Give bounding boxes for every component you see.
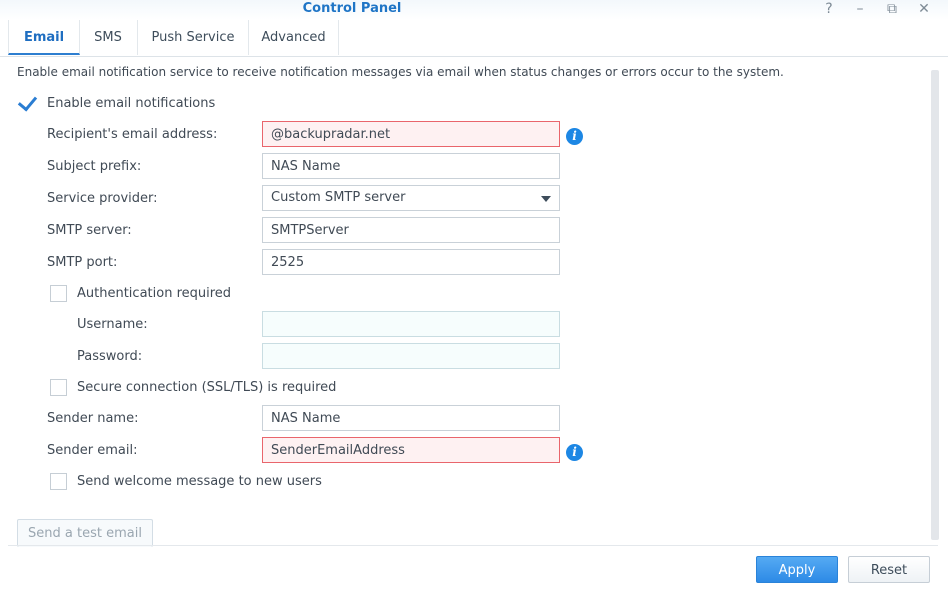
welcome-message-label: Send welcome message to new users	[77, 474, 322, 489]
service-provider-value: Custom SMTP server	[271, 190, 406, 205]
enable-notifications-checkbox[interactable]	[17, 91, 38, 112]
service-provider-select[interactable]: Custom SMTP server	[262, 185, 560, 211]
tab-push-service[interactable]: Push Service	[138, 20, 249, 55]
tab-email[interactable]: Email	[8, 20, 80, 55]
vertical-scrollbar[interactable]	[931, 70, 939, 540]
help-icon[interactable]: ?	[818, 0, 840, 18]
close-icon[interactable]: ✕	[913, 0, 935, 18]
username-input[interactable]	[262, 311, 560, 337]
footer-divider	[8, 545, 938, 546]
recipient-label: Recipient's email address:	[47, 127, 218, 142]
enable-notifications-label: Enable email notifications	[47, 96, 216, 111]
smtp-port-label: SMTP port:	[47, 255, 118, 270]
description-text: Enable email notification service to rec…	[17, 65, 784, 79]
smtp-port-input[interactable]	[262, 249, 560, 275]
ssl-checkbox[interactable]	[50, 379, 67, 396]
apply-button[interactable]: Apply	[756, 556, 838, 583]
authentication-label: Authentication required	[77, 286, 232, 301]
subject-prefix-input[interactable]	[262, 153, 560, 179]
reset-button[interactable]: Reset	[848, 556, 930, 583]
title-bar: Control Panel ? – ⧉ ✕	[0, 0, 948, 20]
sender-name-label: Sender name:	[47, 411, 139, 426]
info-icon[interactable]: i	[566, 444, 583, 461]
password-input[interactable]	[262, 343, 560, 369]
tab-sms[interactable]: SMS	[79, 20, 138, 55]
tab-advanced[interactable]: Advanced	[249, 20, 339, 55]
sender-email-label: Sender email:	[47, 443, 138, 458]
info-icon[interactable]: i	[566, 128, 583, 145]
send-test-email-button[interactable]: Send a test email	[17, 519, 153, 547]
authentication-checkbox[interactable]	[50, 285, 67, 302]
smtp-server-input[interactable]	[262, 217, 560, 243]
welcome-message-checkbox[interactable]	[50, 473, 67, 490]
sender-name-input[interactable]	[262, 405, 560, 431]
ssl-label: Secure connection (SSL/TLS) is required	[77, 380, 337, 395]
minimize-icon[interactable]: –	[849, 0, 871, 18]
smtp-server-label: SMTP server:	[47, 223, 132, 238]
checkmark-icon	[17, 91, 38, 112]
email-settings-panel: Enable email notification service to rec…	[0, 57, 930, 543]
password-label: Password:	[77, 349, 143, 364]
subject-prefix-label: Subject prefix:	[47, 159, 142, 174]
recipient-email-input[interactable]	[262, 121, 560, 147]
service-provider-label: Service provider:	[47, 191, 158, 206]
username-label: Username:	[77, 317, 148, 332]
restore-icon[interactable]: ⧉	[881, 0, 903, 18]
window-title: Control Panel	[302, 1, 402, 16]
sender-email-input[interactable]	[262, 437, 560, 463]
dropdown-arrow-icon	[541, 196, 551, 202]
tab-bar: Email SMS Push Service Advanced	[0, 20, 948, 57]
